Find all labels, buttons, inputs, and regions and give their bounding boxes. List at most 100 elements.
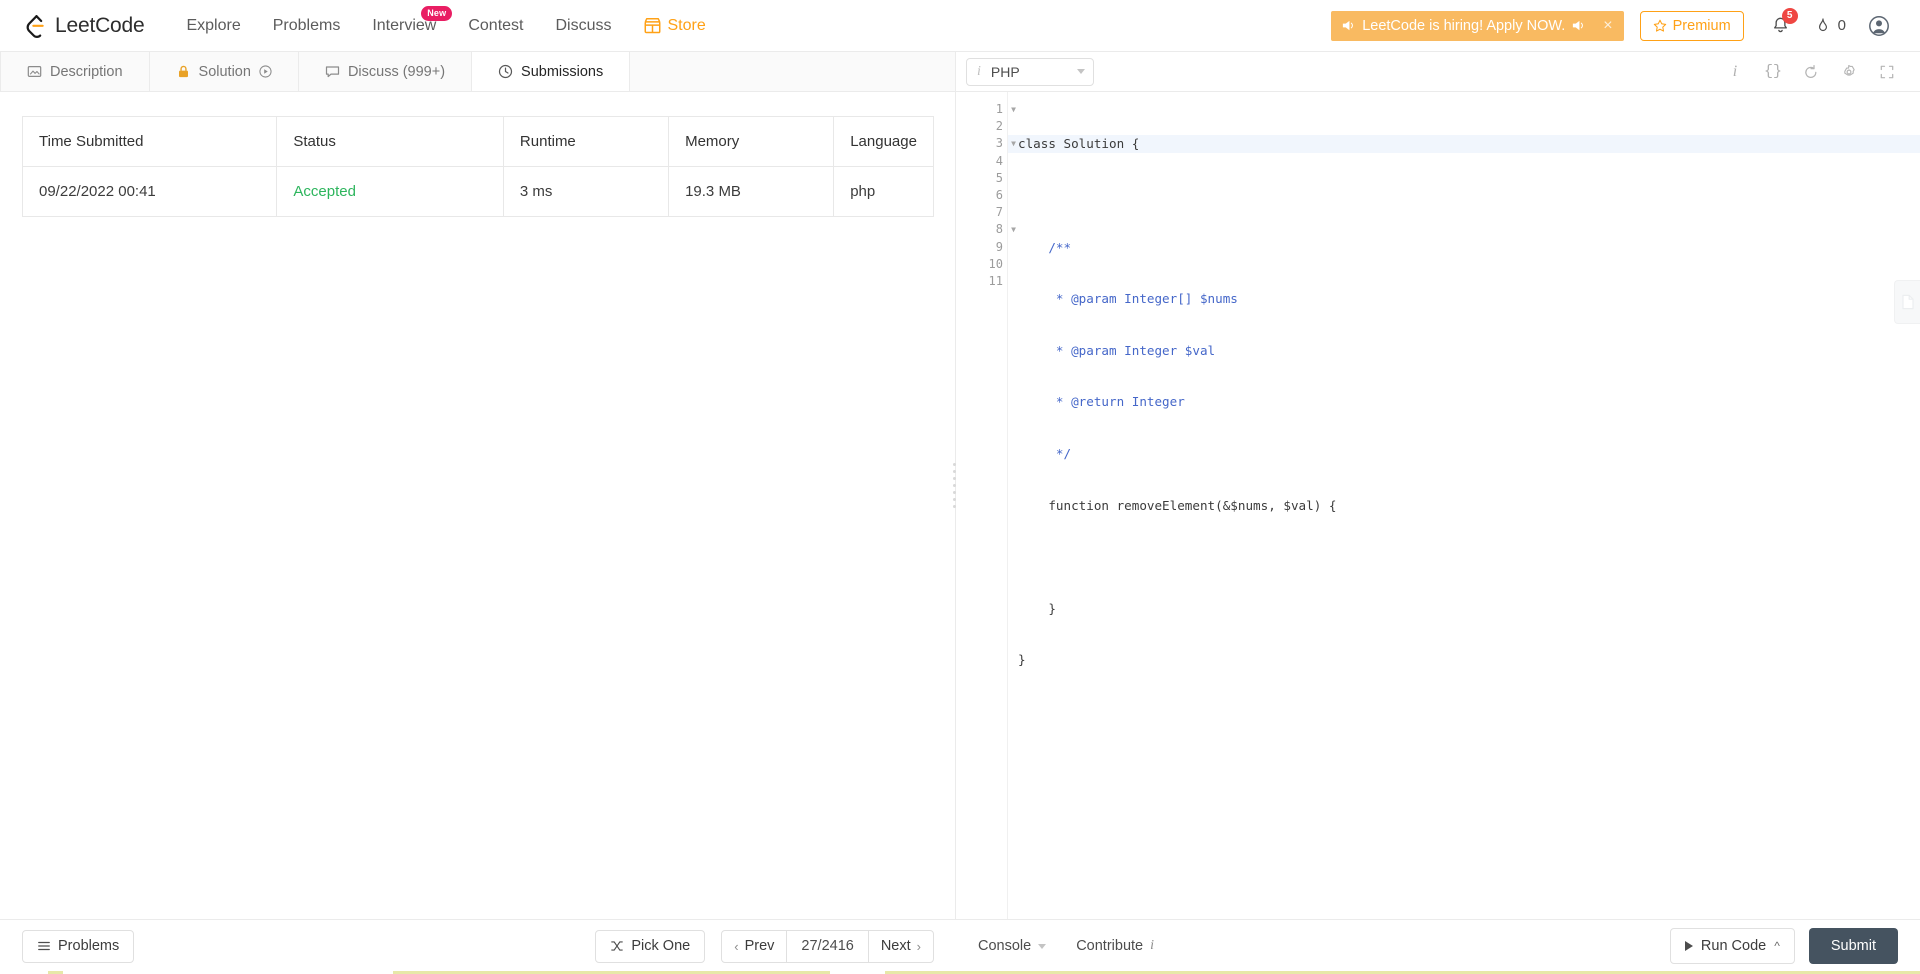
note-page-icon <box>1901 294 1914 310</box>
nav-link-interview[interactable]: Interview New <box>356 0 453 52</box>
top-navigation-bar: LeetCode Explore Problems Interview New … <box>0 0 1920 52</box>
description-icon <box>27 66 42 77</box>
problems-button[interactable]: Problems <box>22 929 135 963</box>
nav-link-explore[interactable]: Explore <box>170 0 256 52</box>
chevron-up-icon: ^ <box>1774 939 1780 953</box>
table-row[interactable]: 09/22/2022 00:41 Accepted 3 ms 19.3 MB p… <box>21 166 934 217</box>
console-toggle[interactable]: Console <box>978 938 1047 954</box>
streak-counter[interactable]: 0 <box>1804 0 1856 52</box>
problems-button-label: Problems <box>58 938 120 954</box>
table-header-row: Time Submitted Status Runtime Memory Lan… <box>21 116 934 167</box>
line-number-gutter: 1 ▼ 2 3 ▼ 4 5 6 7 8 ▼ 9 10 11 <box>956 92 1016 919</box>
submit-button[interactable]: Submit <box>1808 928 1898 964</box>
cell-runtime: 3 ms <box>502 166 670 217</box>
code-line: class Solution { <box>1008 135 1920 153</box>
shuffle-icon <box>611 941 624 951</box>
line-number-value: 7 <box>995 205 1003 220</box>
editor-tool-buttons: i {} <box>1716 52 1906 92</box>
next-problem-button[interactable]: Next › <box>867 929 934 963</box>
prev-problem-button[interactable]: ‹ Prev <box>721 929 788 963</box>
chevron-right-icon: › <box>916 938 921 954</box>
play-circle-icon <box>259 65 272 78</box>
language-select[interactable]: i PHP <box>966 57 1094 86</box>
lock-icon <box>178 65 188 78</box>
nav-link-contest[interactable]: Contest <box>452 0 539 52</box>
code-editor[interactable]: 1 ▼ 2 3 ▼ 4 5 6 7 8 ▼ 9 10 11 class Solutio… <box>956 92 1920 919</box>
submissions-table-wrapper: Time Submitted Status Runtime Memory Lan… <box>0 92 955 217</box>
line-number-value: 11 <box>988 273 1003 288</box>
line-number: 9 <box>956 239 1007 256</box>
chevron-left-icon: ‹ <box>734 938 739 954</box>
bottom-bar-right: Console Contribute i Run Code ^ Submit <box>956 920 1920 973</box>
play-icon <box>1684 941 1693 951</box>
status-badge[interactable]: Accepted <box>293 183 356 200</box>
tab-submissions[interactable]: Submissions <box>472 52 631 91</box>
line-number: 3 ▼ <box>956 135 1016 152</box>
code-line: function removeElement(&$nums, $val) { <box>1018 497 1337 513</box>
code-line: * @param Integer $val <box>1018 342 1216 358</box>
format-braces-icon: {} <box>1763 63 1782 80</box>
line-number: 8 ▼ <box>956 221 1016 238</box>
hiring-banner-text: LeetCode is hiring! Apply NOW. <box>1362 17 1566 34</box>
tab-submissions-label: Submissions <box>521 63 604 80</box>
editor-fullscreen-button[interactable] <box>1868 52 1906 92</box>
line-number-value: 3 <box>995 136 1003 151</box>
right-pane-editor: i PHP i {} 1 ▼ 2 3 ▼ 4 5 6 7 8 ▼ 9 10 11… <box>956 52 1920 919</box>
line-number-value: 1 <box>995 102 1003 116</box>
submissions-table: Time Submitted Status Runtime Memory Lan… <box>21 116 934 217</box>
leetcode-brand-logo[interactable]: LeetCode <box>22 13 145 39</box>
close-icon[interactable]: × <box>1598 17 1617 34</box>
premium-button[interactable]: Premium <box>1639 10 1744 41</box>
notifications-button[interactable]: 5 <box>1758 0 1804 52</box>
tab-description[interactable]: Description <box>0 52 150 91</box>
reset-code-icon <box>1805 64 1817 78</box>
tab-discuss[interactable]: Discuss (999+) <box>298 52 473 91</box>
line-number-value: 4 <box>995 153 1003 168</box>
column-header-language: Language <box>833 116 934 167</box>
line-number: 10 <box>956 256 1007 273</box>
hiring-banner[interactable]: LeetCode is hiring! Apply NOW. × <box>1331 10 1624 41</box>
cell-time-submitted: 09/22/2022 00:41 <box>21 166 278 217</box>
brand-name: LeetCode <box>55 13 145 37</box>
nav-link-problems[interactable]: Problems <box>257 0 357 52</box>
nav-link-store-label: Store <box>667 16 706 34</box>
editor-format-button[interactable]: {} <box>1754 52 1792 92</box>
next-label: Next <box>880 938 911 954</box>
editor-info-button[interactable]: i <box>1716 52 1754 92</box>
problem-tabstrip: Description Solution Discuss (999+) Subm… <box>0 52 955 92</box>
nav-link-discuss[interactable]: Discuss <box>539 0 627 52</box>
leetcode-logo-icon <box>26 14 44 38</box>
pane-resize-handle[interactable] <box>949 52 960 919</box>
note-panel-toggle[interactable] <box>1894 280 1920 324</box>
notification-count-badge: 5 <box>1781 7 1798 24</box>
fold-arrow-icon[interactable]: ▼ <box>1011 221 1016 238</box>
nav-link-explore-label: Explore <box>186 16 241 34</box>
pick-one-button[interactable]: Pick One <box>595 929 706 963</box>
contribute-label: Contribute <box>1076 938 1144 954</box>
nav-link-store[interactable]: Store <box>628 0 722 52</box>
line-number: 6 <box>956 187 1007 204</box>
premium-label: Premium <box>1672 17 1731 34</box>
run-code-button[interactable]: Run Code ^ <box>1669 928 1795 964</box>
caret-down-icon <box>1038 943 1047 949</box>
language-select-value: PHP <box>990 63 1020 80</box>
line-number: 2 <box>956 118 1007 135</box>
code-content[interactable]: class Solution { /** * @param Integer[] … <box>1008 92 1920 919</box>
line-number-value: 5 <box>995 170 1003 185</box>
nav-link-discuss-label: Discuss <box>555 16 612 34</box>
prev-label: Prev <box>744 938 775 954</box>
tab-solution[interactable]: Solution <box>149 52 299 91</box>
new-badge: New <box>421 5 453 21</box>
editor-settings-button[interactable] <box>1830 52 1868 92</box>
editor-reset-button[interactable] <box>1792 52 1830 92</box>
bottom-bar-left: Problems Pick One ‹ Prev 27/2416 Next › <box>0 920 956 973</box>
contribute-link[interactable]: Contribute i <box>1076 938 1154 954</box>
fold-arrow-icon[interactable]: ▼ <box>1011 101 1016 118</box>
line-number: 5 <box>956 170 1007 187</box>
fold-arrow-icon[interactable]: ▼ <box>1011 135 1016 152</box>
code-line: } <box>1018 600 1056 616</box>
user-avatar-button[interactable] <box>1856 0 1902 52</box>
column-header-memory: Memory <box>668 116 835 167</box>
